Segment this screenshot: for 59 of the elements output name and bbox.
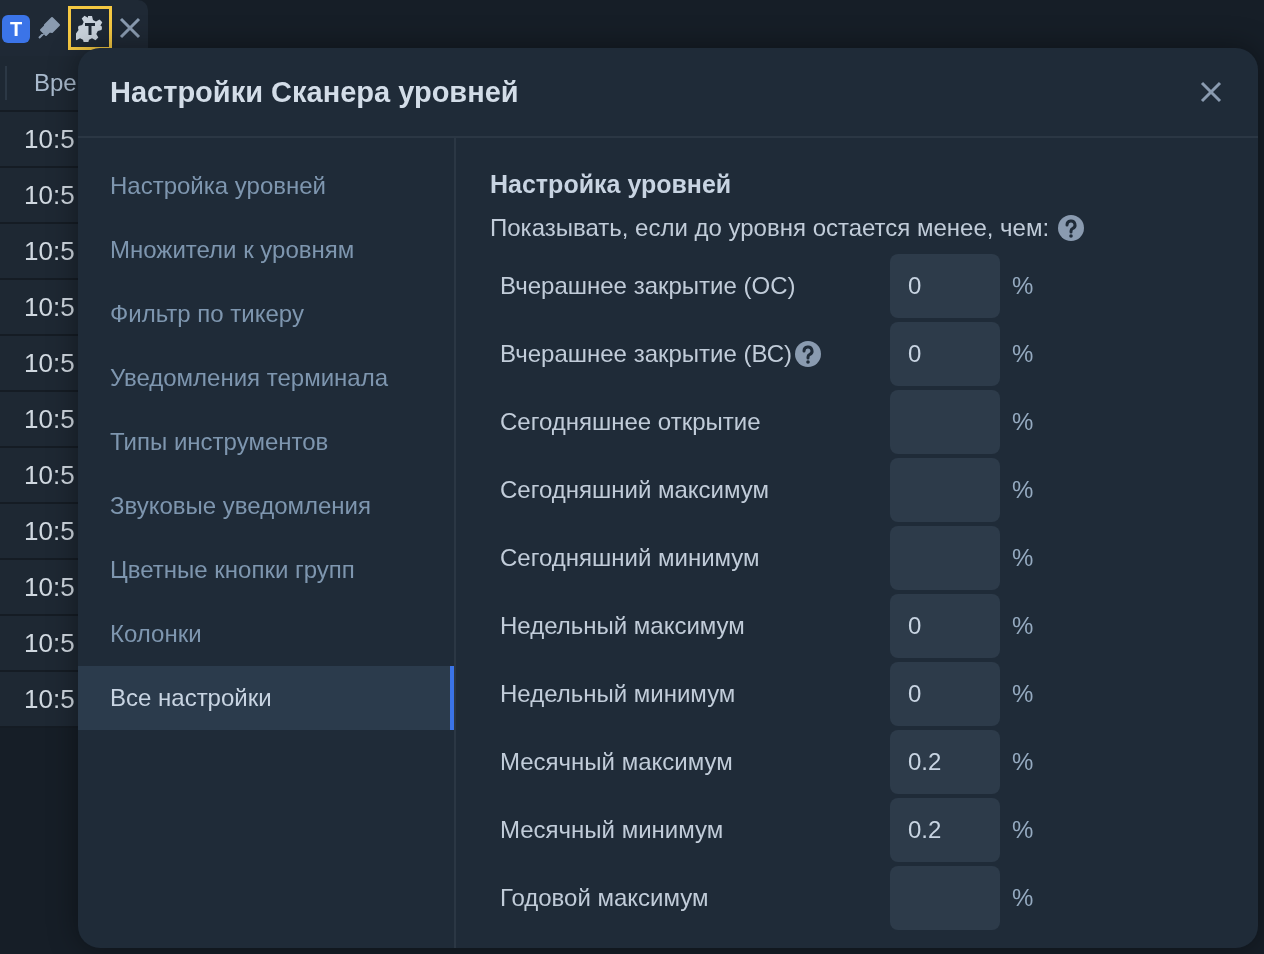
level-label: Сегодняшнее открытие [500,408,761,436]
time-cell: 10:5 [24,571,75,603]
sidebar-item[interactable]: Уведомления терминала [78,346,454,410]
time-cell: 10:5 [24,627,75,659]
close-icon[interactable] [118,16,142,40]
sidebar-item[interactable]: Множители к уровням [78,218,454,282]
unit-label: % [1012,748,1034,776]
time-cell: 10:5 [24,683,75,715]
time-cell: 10:5 [24,459,75,491]
unit-label: % [1012,612,1034,640]
prompt-text: Показывать, если до уровня остается менее, чем: [490,214,1050,242]
level-label: Вчерашнее закрытие (ОС) [500,272,796,300]
sidebar-item[interactable]: Колонки [78,602,454,666]
unit-label: % [1012,884,1034,912]
percent-field[interactable]: 0 [890,254,1000,318]
close-icon [1200,81,1222,103]
level-label: Сегодняшний максимум [500,476,769,504]
time-cell: 10:5 [24,291,75,323]
level-label: Вчерашнее закрытие (ВС) [500,340,793,368]
time-cell: 10:5 [24,123,75,155]
sidebar-item[interactable]: Цветные кнопки групп [78,538,454,602]
level-label: Недельный минимум [500,680,736,708]
unit-label: % [1012,408,1034,436]
level-label: Годовой максимум [500,884,709,912]
sidebar-item[interactable]: Фильтр по тикеру [78,282,454,346]
percent-field[interactable]: 0 [890,594,1000,658]
sidebar-item[interactable]: Звуковые уведомления [78,474,454,538]
time-cell: 10:5 [24,179,75,211]
column-header[interactable]: Вре [34,69,77,97]
sidebar-item[interactable]: Настройка уровней [78,154,454,218]
sidebar-item[interactable]: Все настройки [78,666,454,730]
close-button[interactable] [1200,81,1222,103]
gear-icon [76,14,104,42]
section-title: Настройка уровней [490,170,733,200]
percent-field[interactable]: 0 [890,662,1000,726]
unit-label: % [1012,476,1034,504]
time-cell: 10:5 [24,235,75,267]
percent-field[interactable]: 0.2 [890,798,1000,862]
time-cell: 10:5 [24,347,75,379]
level-label: Месячный минимум [500,816,724,844]
time-cell: 10:5 [24,403,75,435]
app-badge[interactable]: T [2,15,30,43]
help-icon[interactable] [1057,214,1086,242]
settings-button[interactable] [68,6,112,50]
unit-label: % [1012,816,1034,844]
unit-label: % [1012,340,1034,368]
dialog-title: Настройки Сканера уровней [110,75,519,109]
level-label: Месячный максимум [500,748,733,776]
unit-label: % [1012,544,1034,572]
level-label: Недельный максимум [500,612,745,640]
unit-label: % [1012,680,1034,708]
percent-field[interactable]: 0 [890,322,1000,386]
help-icon[interactable] [794,340,823,368]
sidebar-item[interactable]: Типы инструментов [78,410,454,474]
unit-label: % [1012,272,1034,300]
percent-field[interactable]: 0.2 [890,730,1000,794]
level-label: Сегодняшний минимум [500,544,760,572]
pin-icon[interactable] [36,15,62,41]
time-cell: 10:5 [24,515,75,547]
